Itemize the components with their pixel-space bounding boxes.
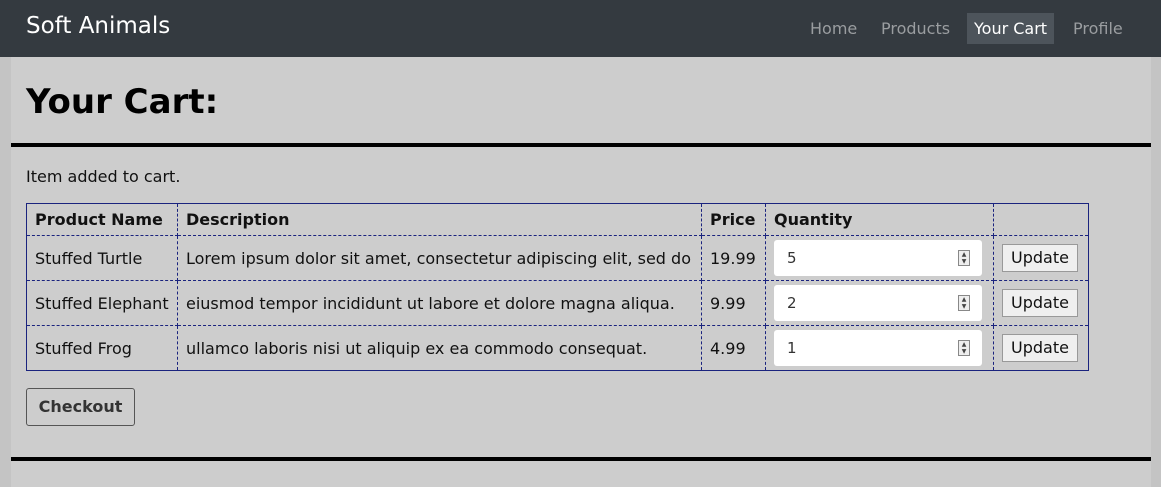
cell-price: 9.99 — [701, 280, 766, 326]
cell-description: Lorem ipsum dolor sit amet, consectetur … — [177, 235, 702, 281]
quantity-input[interactable]: 1 ▲ ▼ — [774, 330, 982, 366]
update-button[interactable]: Update — [1002, 244, 1078, 272]
navbar: Soft Animals Home Products Your Cart Pro… — [0, 0, 1161, 57]
nav-profile[interactable]: Profile — [1066, 13, 1130, 44]
cell-actions: Update — [993, 280, 1089, 326]
cart-table: Product Name Description Price Quantity … — [26, 203, 1089, 371]
header-actions — [993, 203, 1089, 236]
page-title: Your Cart: — [26, 82, 219, 122]
checkout-button[interactable]: Checkout — [26, 388, 135, 426]
cell-quantity: 2 ▲ ▼ — [765, 280, 994, 326]
table-row: Stuffed Turtle Lorem ipsum dolor sit ame… — [26, 235, 1089, 281]
table-row: Stuffed Frog ullamco laboris nisi ut ali… — [26, 325, 1089, 371]
quantity-value: 2 — [787, 294, 797, 312]
header-price: Price — [701, 203, 766, 236]
table-row: Stuffed Elephant eiusmod tempor incididu… — [26, 280, 1089, 326]
header-description: Description — [177, 203, 702, 236]
cell-actions: Update — [993, 325, 1089, 371]
brand-title[interactable]: Soft Animals — [26, 13, 170, 39]
quantity-input[interactable]: 5 ▲ ▼ — [774, 240, 982, 276]
table-header-row: Product Name Description Price Quantity — [26, 203, 1089, 236]
header-product-name: Product Name — [26, 203, 178, 236]
quantity-input[interactable]: 2 ▲ ▼ — [774, 285, 982, 321]
update-button[interactable]: Update — [1002, 334, 1078, 362]
quantity-value: 5 — [787, 249, 797, 267]
quantity-value: 1 — [787, 339, 797, 357]
top-divider — [11, 143, 1151, 147]
main-content: Your Cart: Item added to cart. Product N… — [11, 57, 1151, 487]
cell-product-name: Stuffed Frog — [26, 325, 178, 371]
status-message: Item added to cart. — [26, 167, 181, 186]
cell-description: ullamco laboris nisi ut aliquip ex ea co… — [177, 325, 702, 371]
nav-your-cart[interactable]: Your Cart — [967, 13, 1055, 44]
spinner-arrows-icon[interactable]: ▲ ▼ — [958, 250, 970, 266]
spinner-arrows-icon[interactable]: ▲ ▼ — [958, 340, 970, 356]
header-quantity: Quantity — [765, 203, 994, 236]
cell-description: eiusmod tempor incididunt ut labore et d… — [177, 280, 702, 326]
cell-price: 19.99 — [701, 235, 766, 281]
cell-actions: Update — [993, 235, 1089, 281]
spinner-arrows-icon[interactable]: ▲ ▼ — [958, 295, 970, 311]
nav-home[interactable]: Home — [803, 13, 864, 44]
cell-quantity: 1 ▲ ▼ — [765, 325, 994, 371]
update-button[interactable]: Update — [1002, 289, 1078, 317]
cell-price: 4.99 — [701, 325, 766, 371]
cell-product-name: Stuffed Turtle — [26, 235, 178, 281]
cell-product-name: Stuffed Elephant — [26, 280, 178, 326]
cell-quantity: 5 ▲ ▼ — [765, 235, 994, 281]
nav-products[interactable]: Products — [874, 13, 957, 44]
bottom-divider — [11, 457, 1151, 461]
